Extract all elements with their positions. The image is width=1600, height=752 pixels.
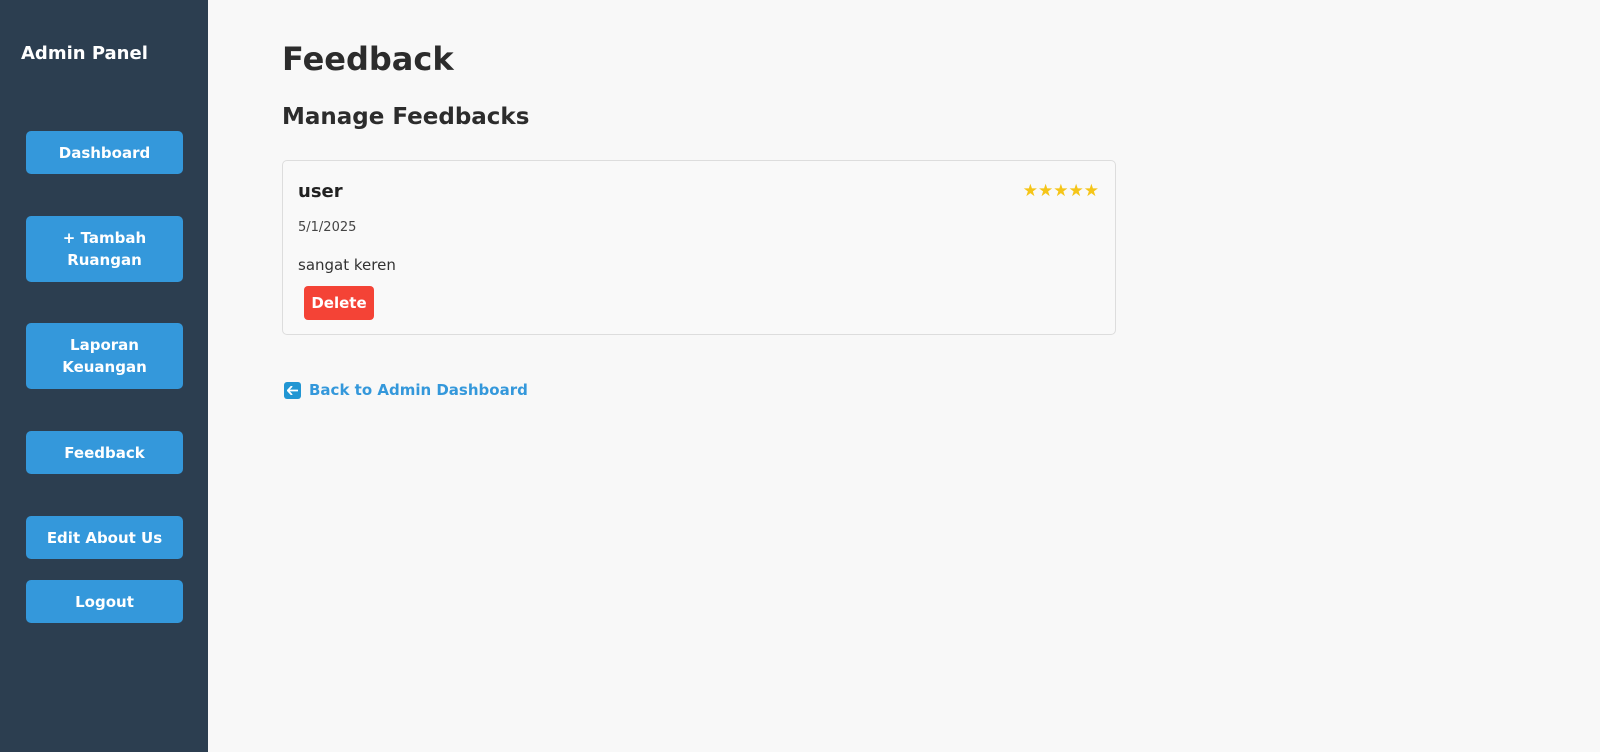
sidebar-item-label: Logout xyxy=(75,592,134,611)
back-link-label: Back to Admin Dashboard xyxy=(309,381,528,399)
sidebar-item-dashboard[interactable]: Dashboard xyxy=(26,131,183,174)
sidebar-item-tambah-ruangan[interactable]: + Tambah Ruangan xyxy=(26,216,183,282)
sidebar-item-label: Laporan Keuangan xyxy=(62,336,147,376)
delete-button[interactable]: Delete xyxy=(304,286,374,320)
sidebar-title: Admin Panel xyxy=(21,43,148,64)
sidebar-item-edit-about-us[interactable]: Edit About Us xyxy=(26,516,183,559)
sidebar-item-label: Edit About Us xyxy=(46,528,163,547)
sidebar: Admin Panel Dashboard + Tambah Ruangan L… xyxy=(0,0,208,752)
arrow-left-icon xyxy=(284,381,301,399)
feedback-date: 5/1/2025 xyxy=(298,220,357,235)
back-to-dashboard-link[interactable]: Back to Admin Dashboard xyxy=(284,381,528,399)
sidebar-item-label: Feedback xyxy=(64,443,145,462)
sidebar-item-label: + Tambah Ruangan xyxy=(62,229,147,269)
feedback-user: user xyxy=(298,181,343,202)
feedback-card: user ★★★★★ 5/1/2025 sangat keren Delete xyxy=(282,160,1116,335)
sidebar-item-logout[interactable]: Logout xyxy=(26,580,183,623)
sidebar-item-label: Dashboard xyxy=(58,143,151,162)
feedback-comment: sangat keren xyxy=(298,256,396,274)
sidebar-item-laporan-keuangan[interactable]: Laporan Keuangan xyxy=(26,323,183,389)
sidebar-item-feedback[interactable]: Feedback xyxy=(26,431,183,474)
rating-stars: ★★★★★ xyxy=(1022,181,1099,201)
section-title: Manage Feedbacks xyxy=(282,104,530,130)
page-title: Feedback xyxy=(282,40,454,78)
